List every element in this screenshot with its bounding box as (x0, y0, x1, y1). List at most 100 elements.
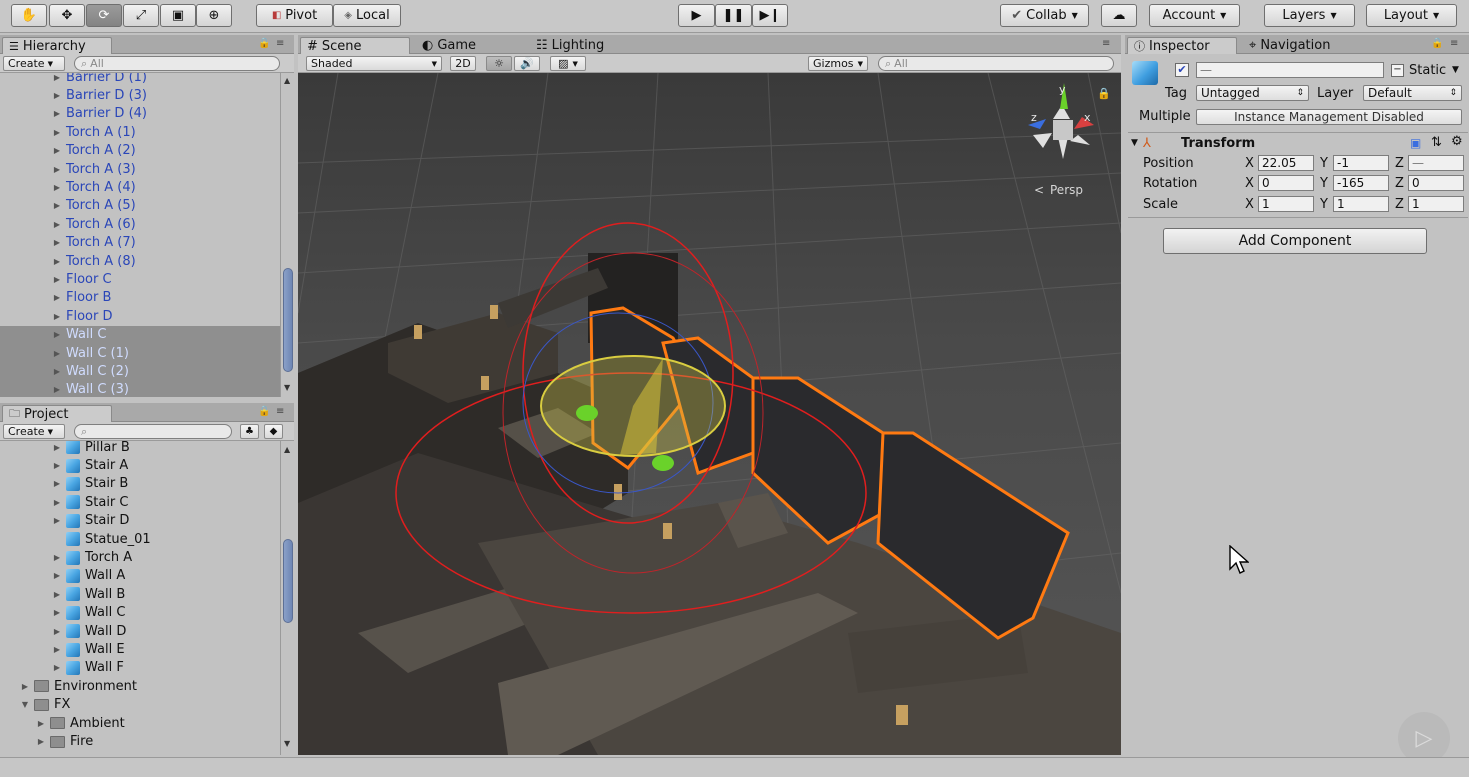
scroll-up-icon[interactable]: ▲ (284, 445, 290, 454)
gizmos-dropdown[interactable]: Gizmos ▼ (808, 56, 868, 71)
hierarchy-item[interactable]: ▶ Torch A (4) (0, 178, 280, 196)
expand-arrow-icon[interactable]: ▶ (52, 571, 62, 580)
scale-tool-button[interactable]: ⤢ (123, 4, 159, 27)
scroll-down-icon[interactable]: ▼ (284, 739, 290, 748)
hierarchy-scroll-thumb[interactable] (283, 268, 293, 372)
expand-arrow-icon[interactable]: ▶ (52, 330, 62, 339)
expand-arrow-icon[interactable]: ▶ (52, 367, 62, 376)
expand-arrow-icon[interactable]: ▶ (52, 128, 62, 137)
expand-arrow-icon[interactable]: ▶ (52, 461, 62, 470)
scroll-down-icon[interactable]: ▼ (284, 383, 290, 392)
rotate-tool-button[interactable]: ⟳ (86, 4, 122, 27)
scale-z-field[interactable]: 1 (1408, 196, 1464, 212)
scene-render[interactable]: y x z Persp < 🔒 (298, 73, 1121, 755)
expand-arrow-icon[interactable]: ▶ (52, 516, 62, 525)
mode-2d-toggle[interactable]: 2D (450, 56, 476, 71)
help-book-icon[interactable]: ▣ (1410, 136, 1421, 150)
hierarchy-item[interactable]: ▶ Wall C (0, 325, 280, 344)
transform-collapse-icon[interactable]: ▼ (1131, 138, 1138, 148)
expand-arrow-icon[interactable]: ▶ (52, 257, 62, 266)
scale-y-field[interactable]: 1 (1333, 196, 1389, 212)
lock-icon[interactable]: 🔒 (258, 38, 270, 49)
scene-viewport[interactable]: y x z Persp < 🔒 (298, 73, 1121, 755)
active-checkbox[interactable]: ✔ (1175, 63, 1189, 77)
filter-type-button[interactable]: ♣ (240, 424, 259, 439)
panel-menu-icon[interactable]: ≡ (1102, 38, 1110, 49)
hierarchy-item[interactable]: ▶ Wall C (1) (0, 344, 280, 363)
expand-arrow-icon[interactable]: ▶ (52, 220, 62, 229)
expand-arrow-icon[interactable]: ▶ (52, 275, 62, 284)
expand-arrow-icon[interactable]: ▶ (52, 91, 62, 100)
tab-navigation[interactable]: ⌖ Navigation (1243, 37, 1336, 54)
panel-menu-icon[interactable]: ≡ (1450, 38, 1458, 49)
expand-arrow-icon[interactable]: ▶ (52, 663, 62, 672)
hierarchy-item[interactable]: ▶ Wall C (3) (0, 380, 280, 397)
position-y-field[interactable]: -1 (1333, 155, 1389, 171)
scroll-up-icon[interactable]: ▲ (284, 76, 290, 85)
hierarchy-item[interactable]: ▶ Torch A (3) (0, 160, 280, 178)
pivot-toggle[interactable]: ◧ Pivot (256, 4, 333, 27)
project-scrollbar[interactable]: ▲ ▼ (280, 441, 294, 755)
project-item[interactable]: ▶ Pillar B (0, 441, 280, 456)
position-z-field[interactable]: — (1408, 155, 1464, 171)
project-item[interactable]: ▶ Wall E (0, 640, 280, 658)
project-create-button[interactable]: Create ▼ (3, 424, 65, 439)
lock-icon[interactable]: 🔒 (258, 406, 270, 417)
account-dropdown[interactable]: Account ▼ (1149, 4, 1240, 27)
expand-arrow-icon[interactable]: ▶ (52, 608, 62, 617)
scene-search-input[interactable]: ⌕ All (878, 56, 1114, 71)
project-item[interactable]: ▶ Stair C (0, 493, 280, 511)
local-toggle[interactable]: ◈ Local (333, 4, 401, 27)
expand-arrow-icon[interactable]: ▶ (52, 238, 62, 247)
expand-arrow-icon[interactable]: ▶ (52, 553, 62, 562)
project-item[interactable]: ▶ Stair A (0, 456, 280, 474)
project-item[interactable]: ▶ Stair B (0, 475, 280, 493)
tab-inspector[interactable]: ⓘ Inspector (1127, 37, 1237, 54)
tab-game[interactable]: ◐ Game (416, 37, 482, 54)
transform-tool-button[interactable]: ⊕ (196, 4, 232, 27)
project-search-input[interactable]: ⌕ (74, 424, 232, 439)
layout-dropdown[interactable]: Layout ▼ (1366, 4, 1457, 27)
expand-arrow-icon[interactable]: ▶ (36, 737, 46, 746)
expand-arrow-icon[interactable]: ▶ (52, 201, 62, 210)
expand-arrow-icon[interactable]: ▶ (52, 590, 62, 599)
expand-arrow-icon[interactable]: ▶ (52, 165, 62, 174)
rotation-x-field[interactable]: 0 (1258, 175, 1314, 191)
project-item[interactable]: ▶ Torch A (0, 548, 280, 566)
shading-mode-dropdown[interactable]: Shaded ▼ (306, 56, 442, 71)
expand-arrow-icon[interactable]: ▶ (52, 293, 62, 302)
project-item[interactable]: ▼ FX (0, 696, 280, 714)
expand-arrow-icon[interactable]: ▶ (36, 719, 46, 728)
hierarchy-item[interactable]: ▶ Floor B (0, 289, 280, 307)
preset-icon[interactable]: ⇅ (1431, 135, 1442, 150)
effects-dropdown[interactable]: ▨ ▼ (550, 56, 586, 71)
tab-hierarchy[interactable]: ☰ Hierarchy (2, 37, 112, 54)
move-tool-button[interactable]: ✥ (49, 4, 85, 27)
project-item[interactable]: ▶ Stair D (0, 512, 280, 530)
project-item[interactable]: ▶ Fire (0, 732, 280, 750)
hierarchy-item[interactable]: ▶ Floor D (0, 307, 280, 325)
project-item[interactable]: ▶ Environment (0, 677, 280, 695)
expand-arrow-icon[interactable]: ▶ (52, 349, 62, 358)
static-chevron-down-icon[interactable]: ▼ (1452, 65, 1459, 75)
object-name-field[interactable]: — (1196, 62, 1384, 78)
hierarchy-item[interactable]: ▶ Torch A (6) (0, 215, 280, 233)
scene-lighting-toggle[interactable]: ☼ (486, 56, 512, 71)
hierarchy-item[interactable]: ▶ Barrier D (1) (0, 73, 280, 86)
expand-arrow-icon[interactable]: ▶ (52, 479, 62, 488)
expand-arrow-icon[interactable]: ▶ (20, 682, 30, 691)
step-button[interactable]: ▶❙ (752, 4, 788, 27)
rect-tool-button[interactable]: ▣ (160, 4, 196, 27)
collab-dropdown[interactable]: ✔ Collab ▼ (1000, 4, 1089, 27)
expand-arrow-icon[interactable]: ▶ (52, 385, 62, 394)
hierarchy-item[interactable]: ▶ Wall C (2) (0, 362, 280, 381)
hierarchy-item[interactable]: ▶ Torch A (8) (0, 252, 280, 270)
expand-arrow-icon[interactable]: ▶ (52, 627, 62, 636)
hierarchy-scrollbar[interactable]: ▲ ▼ (280, 73, 294, 397)
position-x-field[interactable]: 22.05 (1258, 155, 1314, 171)
hierarchy-item[interactable]: ▶ Floor C (0, 270, 280, 288)
hierarchy-search-input[interactable]: ⌕ All (74, 56, 280, 71)
project-item[interactable]: Statue_01 (0, 530, 280, 548)
project-item[interactable]: ▶ Wall C (0, 604, 280, 622)
lock-icon[interactable]: 🔒 (1431, 38, 1443, 49)
